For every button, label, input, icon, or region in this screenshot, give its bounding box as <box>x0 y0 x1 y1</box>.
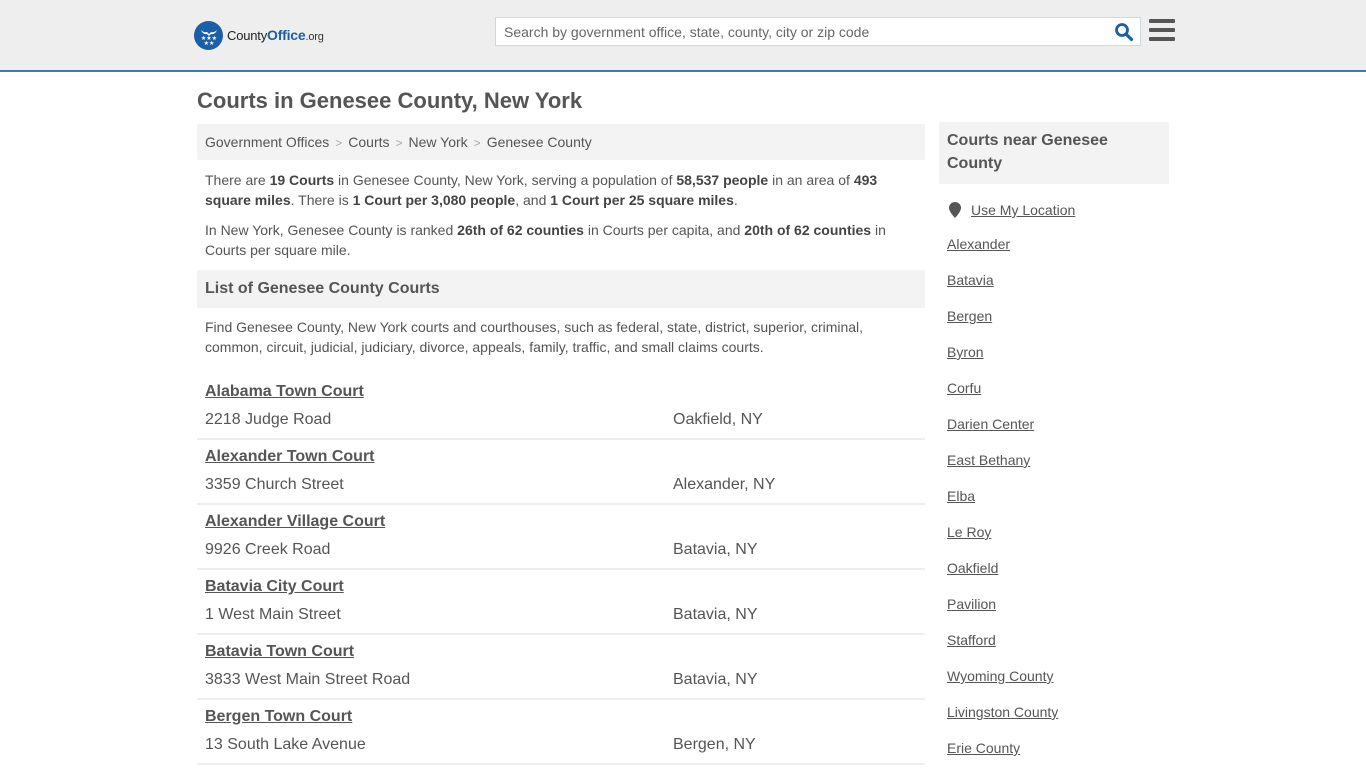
search-button[interactable] <box>1114 22 1134 42</box>
court-name-link[interactable]: Batavia Town Court <box>205 643 354 661</box>
courts-list-header: List of Genesee County Courts <box>197 270 925 308</box>
nearby-link[interactable]: Corfu <box>947 380 981 396</box>
sidebar-item-bergen: Bergen <box>947 300 1169 336</box>
court-city: Bergen, NY <box>673 736 756 753</box>
sidebar-item-le-roy: Le Roy <box>947 516 1169 552</box>
main-content: Government Offices > Courts > New York > Genes… <box>197 124 925 765</box>
sidebar-item-stafford: Stafford <box>947 624 1169 660</box>
nearby-link[interactable]: Wyoming County <box>947 668 1053 684</box>
court-address: 13 South Lake Avenue <box>205 736 366 753</box>
sidebar-item-elba: Elba <box>947 480 1169 516</box>
nearby-link[interactable]: Livingston County <box>947 704 1058 720</box>
nearby-link[interactable]: Pavilion <box>947 596 996 612</box>
nearby-link[interactable]: Stafford <box>947 632 996 648</box>
breadcrumb-genesee-county[interactable]: Genesee County <box>487 134 592 150</box>
breadcrumb-separator: > <box>335 136 343 150</box>
court-name-link[interactable]: Bergen Town Court <box>205 708 352 726</box>
court-name-link[interactable]: Alexander Town Court <box>205 448 375 466</box>
court-city: Alexander, NY <box>673 476 776 493</box>
court-name-link[interactable]: Alexander Village Court <box>205 513 385 531</box>
menu-icon-bar <box>1149 37 1175 41</box>
breadcrumb-courts[interactable]: Courts <box>348 134 389 150</box>
sidebar-item-darien-center: Darien Center <box>947 408 1169 444</box>
sidebar-item-alexander: Alexander <box>947 228 1169 264</box>
search-input[interactable] <box>496 18 1106 45</box>
page-title: Courts in Genesee County, New York <box>197 88 583 113</box>
menu-icon-bar <box>1149 28 1175 32</box>
sidebar-item-east-bethany: East Bethany <box>947 444 1169 480</box>
court-address: 9926 Creek Road <box>205 541 331 558</box>
sidebar: Courts near Genesee County Use My Locati… <box>939 122 1169 768</box>
site-logo[interactable]: ★★★ ★★ CountyOffice.org <box>194 20 324 50</box>
sidebar-item-erie-county: Erie County <box>947 732 1169 768</box>
court-city: Batavia, NY <box>673 541 758 558</box>
search-bar <box>495 17 1141 46</box>
court-address: 2218 Judge Road <box>205 411 332 428</box>
sidebar-item-batavia: Batavia <box>947 264 1169 300</box>
map-pin-icon <box>949 202 961 218</box>
court-name-link[interactable]: Alabama Town Court <box>205 383 364 401</box>
courts-list: Alabama Town Court 2218 Judge Road Oakfi… <box>197 375 925 765</box>
sidebar-item-livingston-county: Livingston County <box>947 696 1169 732</box>
sidebar-item-wyoming-county: Wyoming County <box>947 660 1169 696</box>
court-list-item: Alexander Village Court 9926 Creek Road … <box>197 505 925 570</box>
nearby-link[interactable]: Oakfield <box>947 560 998 576</box>
nearby-link[interactable]: Batavia <box>947 272 994 288</box>
court-address: 3833 West Main Street Road <box>205 671 411 688</box>
search-icon <box>1115 23 1134 42</box>
breadcrumb-separator: > <box>395 136 403 150</box>
court-city: Batavia, NY <box>673 606 758 623</box>
court-list-item: Bergen Town Court 13 South Lake Avenue B… <box>197 700 925 765</box>
nearby-link[interactable]: Erie County <box>947 740 1020 756</box>
court-list-item: Batavia City Court 1 West Main Street Ba… <box>197 570 925 635</box>
nearby-link[interactable]: East Bethany <box>947 452 1030 468</box>
nearby-link[interactable]: Le Roy <box>947 524 991 540</box>
svg-text:★★: ★★ <box>203 40 214 46</box>
breadcrumb-new-york[interactable]: New York <box>409 134 468 150</box>
sidebar-item-pavilion: Pavilion <box>947 588 1169 624</box>
nearby-links-list: Alexander Batavia Bergen Byron Corfu Dar… <box>939 228 1169 768</box>
court-list-item: Batavia Town Court 3833 West Main Street… <box>197 635 925 700</box>
sidebar-item-corfu: Corfu <box>947 372 1169 408</box>
logo-text: CountyOffice.org <box>227 27 324 43</box>
use-my-location: Use My Location <box>939 202 1169 218</box>
eagle-stars-icon: ★★★ ★★ <box>194 20 223 50</box>
court-name-link[interactable]: Batavia City Court <box>205 578 344 596</box>
sidebar-item-oakfield: Oakfield <box>947 552 1169 588</box>
nearby-link[interactable]: Byron <box>947 344 984 360</box>
nearby-link[interactable]: Alexander <box>947 236 1010 252</box>
menu-icon-bar <box>1149 19 1175 23</box>
court-city: Batavia, NY <box>673 671 758 688</box>
hamburger-menu-button[interactable] <box>1149 19 1175 43</box>
sidebar-header: Courts near Genesee County <box>939 122 1169 184</box>
nearby-link[interactable]: Darien Center <box>947 416 1034 432</box>
court-city: Oakfield, NY <box>673 411 763 428</box>
use-my-location-link[interactable]: Use My Location <box>971 202 1075 218</box>
sidebar-item-byron: Byron <box>947 336 1169 372</box>
intro-text: There are 19 Courts in Genesee County, N… <box>197 160 925 260</box>
court-address: 3359 Church Street <box>205 476 344 493</box>
breadcrumb-government-offices[interactable]: Government Offices <box>205 134 329 150</box>
nearby-link[interactable]: Elba <box>947 488 975 504</box>
nearby-link[interactable]: Bergen <box>947 308 992 324</box>
ranking-paragraph: In New York, Genesee County is ranked 26… <box>205 222 886 258</box>
breadcrumb: Government Offices > Courts > New York > Genes… <box>197 124 925 160</box>
site-header: ★★★ ★★ CountyOffice.org <box>0 0 1366 72</box>
breadcrumb-separator: > <box>473 136 481 150</box>
court-list-item: Alexander Town Court 3359 Church Street … <box>197 440 925 505</box>
courts-list-description: Find Genesee County, New York courts and… <box>205 319 864 355</box>
court-list-item: Alabama Town Court 2218 Judge Road Oakfi… <box>197 375 925 440</box>
court-address: 1 West Main Street <box>205 606 341 623</box>
summary-paragraph: There are 19 Courts in Genesee County, N… <box>205 172 878 208</box>
